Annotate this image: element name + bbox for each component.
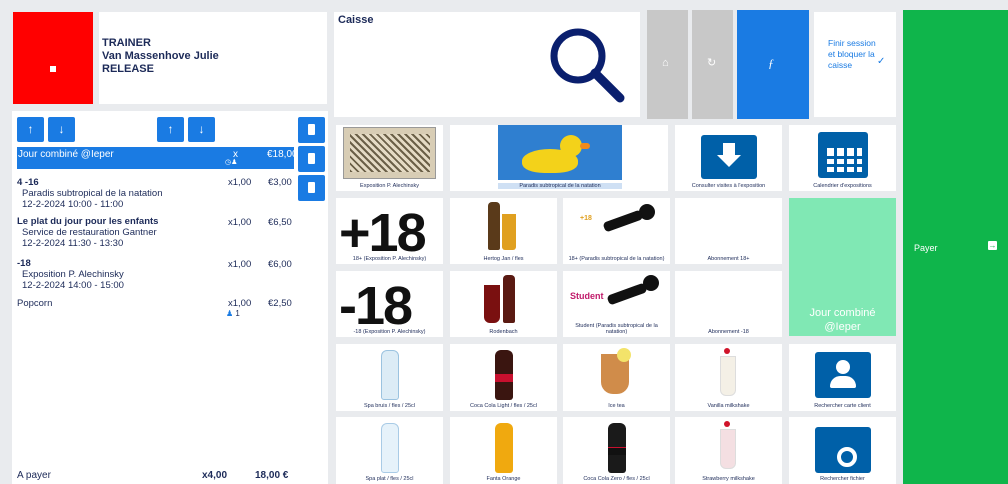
tile-coca-cola-zero[interactable]: Coca Cola Zero / fles / 25cl bbox=[563, 417, 670, 484]
pay-label: Payer bbox=[914, 243, 938, 253]
move-down-button[interactable]: ↓ bbox=[48, 117, 75, 142]
beer-glass-icon bbox=[502, 214, 516, 250]
tile-jour-combine[interactable]: Jour combiné @Ieper bbox=[789, 198, 896, 336]
line-qty: x1,00 bbox=[228, 177, 252, 188]
scroll-down-button[interactable]: ↓ bbox=[188, 117, 215, 142]
arrow-right-icon: → bbox=[988, 241, 997, 250]
order-line[interactable]: -18 Exposition P. Alechinsky 12-2-2024 1… bbox=[17, 258, 124, 291]
delete-line-button[interactable] bbox=[298, 146, 325, 172]
folder-download-icon bbox=[700, 135, 757, 179]
tile-student-paradis[interactable]: Student Student (Paradis subtropical de … bbox=[563, 271, 670, 337]
user-info: TRAINER Van Massenhove Julie RELEASE bbox=[99, 12, 327, 104]
caisse-title: Caisse bbox=[338, 14, 374, 26]
tile-fanta-orange[interactable]: Fanta Orange bbox=[450, 417, 557, 484]
line-qty: x1,00 bbox=[228, 298, 252, 309]
customer-card-icon bbox=[814, 352, 871, 398]
tile-strawberry-milkshake[interactable]: Strawberry milkshake bbox=[675, 417, 782, 484]
total-label: A payer bbox=[17, 470, 51, 481]
order-line[interactable]: 4 -16 Paradis subtropical de la natation… bbox=[17, 177, 162, 210]
tile-coca-cola-light[interactable]: Coca Cola Light / fles / 25cl bbox=[450, 344, 557, 411]
pool-duck-image bbox=[498, 125, 622, 180]
selected-order-line[interactable]: Jour combiné @Ieper x ◷♟ €18,00 bbox=[17, 147, 298, 169]
move-up-button[interactable]: ↑ bbox=[17, 117, 44, 142]
calendar-icon bbox=[818, 132, 868, 178]
home-button[interactable]: ⌂ bbox=[647, 10, 688, 119]
square-icon bbox=[50, 66, 56, 72]
lemon-icon bbox=[617, 348, 631, 362]
line-price: €3,00 bbox=[268, 177, 292, 188]
line-qty: x1,00 bbox=[228, 217, 252, 228]
tile-abonnement-minus18[interactable]: Abonnement -18 bbox=[675, 271, 782, 337]
cherry-icon bbox=[724, 348, 730, 354]
order-panel: ↑ ↓ ↑ ↓ Jour combiné @Ieper x ◷♟ €18,00 … bbox=[12, 111, 328, 484]
selected-name: Jour combiné @Ieper bbox=[18, 149, 114, 160]
red-status-button[interactable] bbox=[13, 12, 93, 104]
order-line[interactable]: Popcorn bbox=[17, 298, 52, 309]
function-button[interactable]: ƒ bbox=[737, 10, 809, 119]
water-bottle-icon bbox=[380, 350, 399, 400]
cherry-icon bbox=[724, 421, 730, 427]
cola-bottle-icon bbox=[607, 423, 626, 473]
function-icon: ƒ bbox=[768, 56, 774, 70]
user-name: Van Massenhove Julie bbox=[102, 50, 219, 62]
total-price: 18,00 € bbox=[255, 470, 289, 481]
bottle-icon bbox=[503, 275, 515, 323]
line-price: €6,50 bbox=[268, 217, 292, 228]
search-icon[interactable] bbox=[544, 22, 628, 106]
tile-ice-tea[interactable]: Ice tea bbox=[563, 344, 670, 411]
home-icon: ⌂ bbox=[662, 57, 669, 69]
line-qty: x1,00 bbox=[228, 259, 252, 270]
glass-icon bbox=[484, 285, 500, 323]
milkshake-icon bbox=[720, 429, 736, 469]
tile-consulter-visites[interactable]: Consulter visites à l'exposition bbox=[675, 125, 782, 191]
info-persons-icon: ◷♟ bbox=[225, 159, 238, 166]
total-qty: x4,00 bbox=[202, 470, 228, 481]
milkshake-icon bbox=[720, 356, 736, 396]
beer-bottle-icon bbox=[488, 202, 500, 250]
water-bottle-icon bbox=[380, 423, 399, 473]
tile-exposition-alechinsky[interactable]: Exposition P. Alechinsky bbox=[336, 125, 443, 191]
release-label: RELEASE bbox=[102, 63, 154, 75]
tile-calendrier-expositions[interactable]: Calendrier d'expositions bbox=[789, 125, 896, 191]
selected-price: €18,00 bbox=[267, 149, 298, 160]
tile-hertog-jan[interactable]: Hertog Jan / fles bbox=[450, 198, 557, 264]
refresh-icon: ↻ bbox=[707, 57, 717, 69]
end-session-label: Finir session et bloquer la caisse bbox=[828, 38, 876, 70]
tile-rechercher-fichier[interactable]: Rechercher fichier bbox=[789, 417, 896, 484]
order-line[interactable]: Le plat du jour pour les enfants Service… bbox=[17, 216, 158, 249]
caisse-panel: Caisse bbox=[334, 12, 640, 117]
check-icon: ✓ bbox=[877, 56, 886, 67]
persons-count: ♟ 1 bbox=[226, 309, 240, 318]
artwork-image bbox=[343, 127, 436, 179]
tile-18plus-exposition[interactable]: +18 18+ (Exposition P. Alechinsky) bbox=[336, 198, 443, 264]
tile-18plus-paradis[interactable]: +18 18+ (Paradis subtropical de la natat… bbox=[563, 198, 670, 264]
refresh-button[interactable]: ↻ bbox=[692, 10, 733, 119]
tile-paradis-subtropical[interactable]: Paradis subtropical de la natation bbox=[450, 125, 668, 191]
pay-button[interactable]: Payer → bbox=[903, 10, 1008, 484]
tile-minus18-exposition[interactable]: -18 -18 (Exposition P. Alechinsky) bbox=[336, 271, 443, 337]
clear-order-button[interactable] bbox=[298, 175, 325, 201]
tile-vanilla-milkshake[interactable]: Vanilla milkshake bbox=[675, 344, 782, 411]
tile-spa-plat[interactable]: Spa plat / fles / 25cl bbox=[336, 417, 443, 484]
role-label: TRAINER bbox=[102, 37, 151, 49]
cola-bottle-icon bbox=[494, 350, 513, 400]
fanta-bottle-icon bbox=[494, 423, 513, 473]
swimmer-icon bbox=[606, 273, 663, 313]
search-line-button[interactable] bbox=[298, 117, 325, 143]
scroll-up-button[interactable]: ↑ bbox=[157, 117, 184, 142]
end-session-button[interactable]: Finir session et bloquer la caisse ✓ bbox=[814, 12, 896, 117]
tile-abonnement-18plus[interactable]: Abonnement 18+ bbox=[675, 198, 782, 264]
folder-search-icon bbox=[814, 427, 871, 473]
tile-rechercher-carte-client[interactable]: Rechercher carte client bbox=[789, 344, 896, 411]
tile-spa-bruis[interactable]: Spa bruis / fles / 25cl bbox=[336, 344, 443, 411]
line-price: €6,00 bbox=[268, 259, 292, 270]
tile-rodenbach[interactable]: Rodenbach bbox=[450, 271, 557, 337]
swimmer-icon bbox=[602, 204, 659, 234]
line-price: €2,50 bbox=[268, 298, 292, 309]
